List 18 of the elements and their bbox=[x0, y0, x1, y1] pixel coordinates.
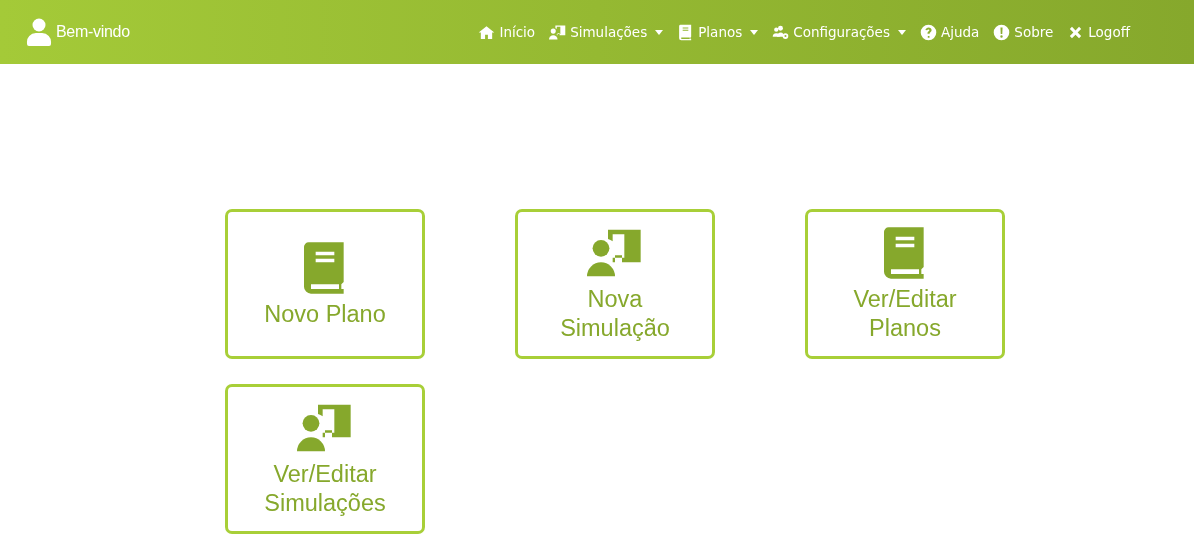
tile-button[interactable]: Nova Simulação bbox=[515, 209, 715, 359]
nav-link[interactable]: Planos bbox=[677, 23, 759, 41]
nav-link[interactable]: Simulações bbox=[549, 23, 664, 41]
question-icon bbox=[919, 23, 937, 41]
exclamation-icon bbox=[993, 23, 1011, 41]
tile-button[interactable]: Ver/Editar Simulações bbox=[225, 384, 425, 534]
nav-link[interactable]: Configurações bbox=[772, 23, 906, 41]
presenter-icon bbox=[549, 23, 567, 41]
house-icon bbox=[478, 23, 496, 41]
welcome-label: Bem-vindo bbox=[56, 23, 130, 41]
tile-button[interactable]: Novo Plano bbox=[225, 209, 425, 359]
tile-button[interactable]: Ver/Editar Planos bbox=[805, 209, 1005, 359]
user-icon bbox=[26, 18, 52, 46]
nav-link[interactable]: Ajuda bbox=[919, 23, 980, 41]
nav-link[interactable]: Logoff bbox=[1067, 23, 1130, 41]
nav-link[interactable]: Início bbox=[478, 23, 536, 41]
users-gear-icon bbox=[772, 23, 790, 41]
nav-link[interactable]: Sobre bbox=[993, 23, 1054, 41]
